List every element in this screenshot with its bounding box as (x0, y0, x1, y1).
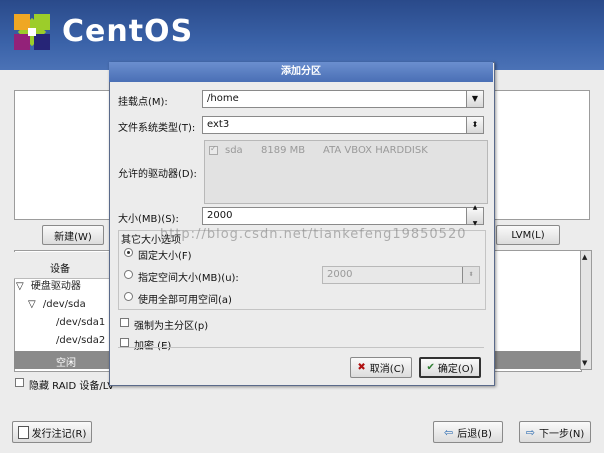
size-label: 大小(MB)(S): (118, 214, 179, 225)
radio-fill-space[interactable] (124, 292, 133, 301)
force-primary-label: 强制为主分区(p) (134, 321, 209, 332)
fs-type-select[interactable]: ext3 ⬍ (202, 116, 484, 134)
hide-raid-label: 隐藏 RAID 设备/LV (29, 381, 115, 392)
encrypt-checkbox[interactable] (120, 338, 129, 347)
spin-icon[interactable]: ⬍ (462, 267, 479, 283)
lvm-button[interactable]: LVM(L) (496, 225, 560, 245)
cancel-label: 取消(C) (369, 364, 405, 375)
radio-upto-size[interactable] (124, 270, 133, 279)
free-space-label: 空闲 (56, 358, 76, 369)
disk-graph-panel (14, 90, 114, 220)
next-button[interactable]: ⇨ 下一步(N) (519, 421, 591, 443)
size-spinbox[interactable]: 2000 ▲ ▼ (202, 204, 484, 227)
drive-size: 8189 MB (261, 145, 306, 156)
tree-item-sda1[interactable]: /dev/sda1 (56, 314, 105, 332)
drive-model: ATA VBOX HARDDISK (323, 145, 428, 156)
tree-header-label: 设备 (50, 264, 70, 275)
tree-item-label: /dev/sda2 (56, 335, 106, 346)
updown-icon[interactable]: ⬍ (466, 117, 483, 133)
cancel-button[interactable]: ✖ 取消(C) (350, 357, 412, 378)
tree-item-sda[interactable]: ▽ /dev/sda (28, 296, 86, 314)
tree-header-device[interactable]: 设备 (14, 252, 112, 279)
drives-list[interactable]: ✓ sda 8189 MB ATA VBOX HARDDISK (204, 140, 488, 204)
hide-raid-checkbox[interactable] (15, 378, 24, 387)
logo-text: CentOS (62, 14, 194, 49)
ok-hand-icon: ✔ (426, 362, 435, 373)
cancel-x-icon: ✖ (357, 362, 366, 373)
fs-type-value: ext3 (207, 119, 230, 130)
mount-point-label: 挂载点(M): (118, 97, 168, 108)
option-upto-label: 指定空间大小(MB)(u): (138, 273, 239, 284)
next-label: 下一步(N) (538, 428, 585, 440)
notes-icon (17, 425, 29, 439)
release-notes-label: 发行注记(R) (31, 428, 87, 440)
drives-label: 允许的驱动器(D): (118, 169, 197, 180)
option-fill-label: 使用全部可用空间(a) (138, 295, 232, 306)
spin-icon[interactable]: ▲ ▼ (466, 204, 483, 227)
tree-item-sda2[interactable]: /dev/sda2 (56, 332, 105, 350)
centos-logo-icon (14, 14, 50, 50)
tree-item-label: 硬盘驱动器 (30, 281, 81, 292)
new-button[interactable]: 新建(W) (42, 225, 104, 245)
encrypt-label: 加密 (E) (134, 337, 171, 352)
drive-name: sda (225, 145, 243, 156)
tree-item-label: /dev/sda (42, 299, 86, 310)
mount-point-value: /home (207, 93, 239, 104)
dialog-title[interactable]: 添加分区 (109, 62, 493, 82)
expander-icon[interactable]: ▽ (16, 281, 24, 292)
mount-point-combo[interactable]: /home ▼ (202, 90, 484, 108)
upto-size-value: 2000 (327, 269, 353, 280)
force-primary-checkbox[interactable] (120, 318, 129, 327)
fs-type-label: 文件系统类型(T): (118, 123, 196, 134)
chevron-down-icon[interactable]: ▼ (466, 91, 483, 107)
dialog-separator (118, 347, 484, 348)
option-fixed-label: 固定大小(F) (138, 251, 192, 262)
tree-scrollbar[interactable]: ▲ ▼ (580, 250, 592, 370)
drive-sda-checkbox[interactable]: ✓ (209, 144, 218, 155)
ok-button[interactable]: ✔ 确定(O) (419, 357, 481, 378)
back-label: 后退(B) (457, 428, 492, 440)
watermark-text: http://blog.csdn.net/tiankefeng19850520 (160, 227, 467, 242)
disk-graph-panel-right (490, 90, 590, 220)
tree-item-harddrives[interactable]: ▽ 硬盘驱动器 (16, 278, 81, 296)
upto-size-spinbox[interactable]: 2000 ⬍ (322, 266, 480, 284)
radio-dot-icon (127, 251, 130, 254)
release-notes-button[interactable]: 发行注记(R) (12, 421, 92, 443)
back-button[interactable]: ⇦ 后退(B) (433, 421, 503, 443)
scroll-down-icon[interactable]: ▼ (582, 359, 587, 367)
next-arrow-icon: ⇨ (525, 425, 535, 439)
expander-icon[interactable]: ▽ (28, 299, 36, 310)
size-value: 2000 (207, 210, 233, 221)
radio-fixed-size[interactable] (124, 248, 133, 257)
back-arrow-icon: ⇦ (444, 425, 454, 439)
ok-label: 确定(O) (437, 364, 474, 375)
scroll-up-icon[interactable]: ▲ (582, 253, 587, 261)
tree-item-label: /dev/sda1 (56, 317, 106, 328)
check-icon: ✓ (210, 144, 217, 153)
